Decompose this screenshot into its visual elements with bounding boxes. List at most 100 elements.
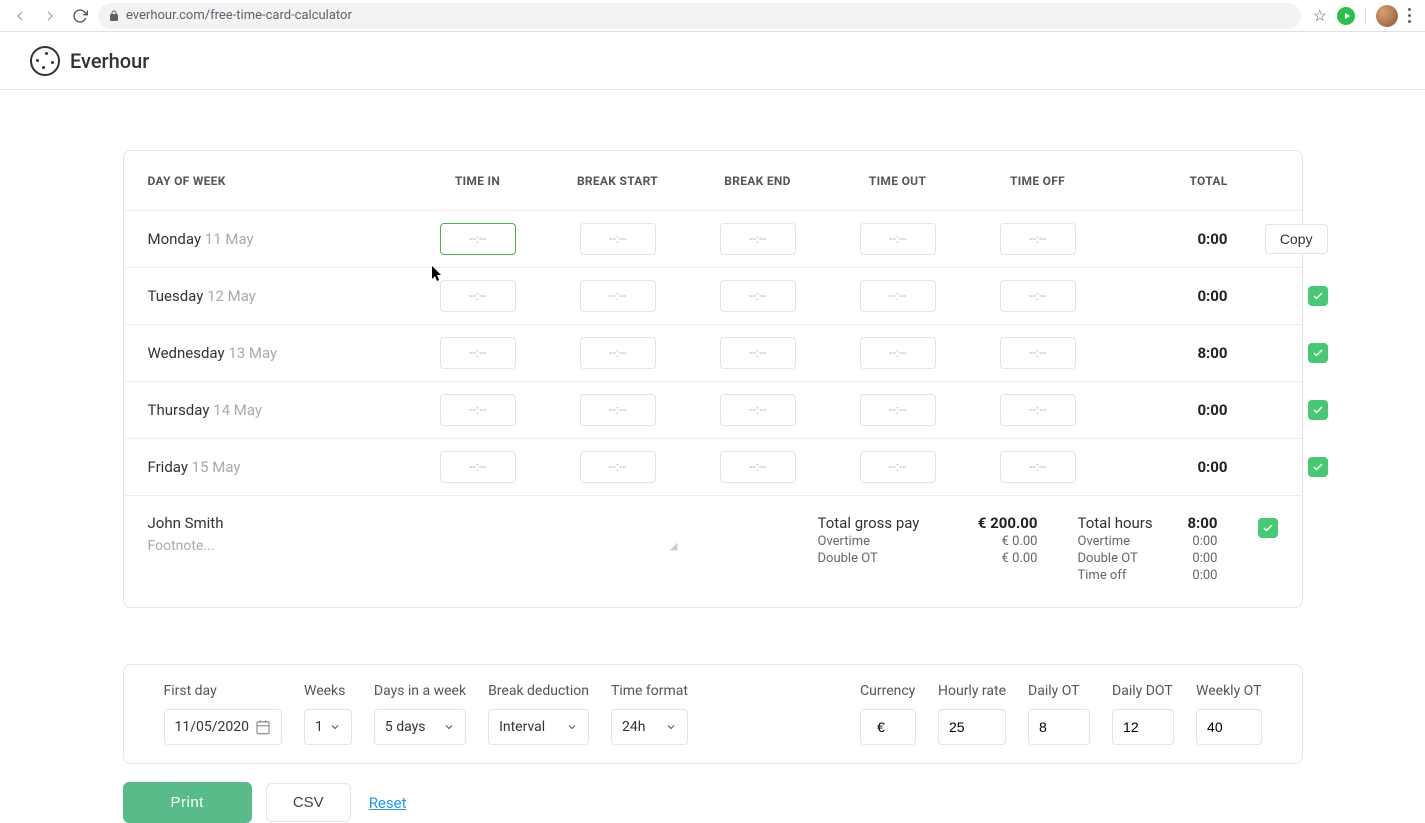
table-row: Friday 15 May --:-- --:-- --:-- --:-- --:-- 0:… (124, 439, 1302, 496)
daily-ot-input[interactable] (1028, 709, 1090, 745)
time-input[interactable]: --:-- (1000, 394, 1076, 426)
table-row: Monday 11 May --:-- --:-- --:-- --:-- --:-- 0:… (124, 211, 1302, 268)
time-input[interactable]: --:-- (860, 280, 936, 312)
copy-button[interactable]: Copy (1265, 224, 1328, 254)
first-day-value: 11/05/2020 (175, 719, 250, 735)
time-input[interactable]: --:-- (720, 280, 796, 312)
th-time-in: TIME IN (408, 174, 548, 188)
day-cell: Wednesday 13 May (148, 344, 408, 362)
time-input[interactable]: --:-- (580, 337, 656, 369)
hours-timeoff-label: Time off (1078, 568, 1127, 583)
row-check[interactable] (1308, 400, 1328, 420)
gross-pay-value: € 200.00 (978, 514, 1038, 532)
time-input[interactable]: --:-- (1000, 223, 1076, 255)
time-input[interactable]: --:-- (440, 223, 516, 255)
pay-doubleot-label: Double OT (818, 551, 878, 566)
break-deduction-value: Interval (499, 719, 545, 735)
time-input[interactable]: --:-- (720, 223, 796, 255)
days-in-week-value: 5 days (385, 719, 426, 735)
table-row: Tuesday 12 May--:----:----:----:----:--0… (124, 268, 1302, 325)
back-button[interactable] (8, 4, 32, 28)
browser-toolbar: everhour.com/free-time-card-calculator ☆ (0, 0, 1425, 32)
reload-button[interactable] (68, 4, 92, 28)
bookmark-icon[interactable]: ☆ (1313, 6, 1327, 25)
time-input[interactable]: --:-- (580, 451, 656, 483)
day-name: Monday (148, 230, 202, 248)
name-footnote-area[interactable]: John Smith Footnote... ◢ (148, 514, 688, 554)
time-input[interactable]: --:-- (440, 451, 516, 483)
time-input[interactable]: --:-- (720, 394, 796, 426)
hours-doubleot-label: Double OT (1078, 551, 1138, 566)
check-icon (1258, 518, 1278, 538)
time-input[interactable]: --:-- (580, 394, 656, 426)
print-button[interactable]: Print (123, 782, 252, 823)
footnote-text: Footnote... (148, 538, 688, 554)
time-input[interactable]: --:-- (720, 337, 796, 369)
gross-pay-label: Total gross pay (818, 514, 920, 532)
row-check[interactable] (1308, 286, 1328, 306)
time-input[interactable]: --:-- (1000, 337, 1076, 369)
time-input[interactable]: --:-- (1000, 280, 1076, 312)
time-input[interactable]: --:-- (1000, 451, 1076, 483)
menu-icon[interactable] (1408, 8, 1411, 23)
day-name: Wednesday (148, 344, 225, 362)
first-day-input[interactable]: 11/05/2020 (164, 709, 283, 745)
day-date: 11 May (205, 230, 254, 248)
time-input[interactable]: --:-- (720, 451, 796, 483)
row-total: 0:00 (1108, 458, 1238, 476)
daily-ot-label: Daily OT (1028, 683, 1090, 699)
daily-dot-input[interactable] (1112, 709, 1174, 745)
time-input[interactable]: --:-- (440, 337, 516, 369)
time-format-select[interactable]: 24h (611, 709, 688, 745)
calendar-icon (255, 719, 271, 735)
timecard-card: DAY OF WEEK TIME IN BREAK START BREAK EN… (123, 150, 1303, 608)
row-total: 0:00 (1108, 401, 1238, 419)
day-cell: Friday 15 May (148, 458, 408, 476)
hours-doubleot-value: 0:00 (1192, 551, 1217, 566)
summary-row: John Smith Footnote... ◢ Total gross pay… (124, 496, 1302, 607)
forward-button[interactable] (38, 4, 62, 28)
time-input[interactable]: --:-- (860, 451, 936, 483)
chevron-down-icon (566, 721, 578, 733)
address-bar[interactable]: everhour.com/free-time-card-calculator (98, 3, 1301, 29)
row-check[interactable] (1308, 457, 1328, 477)
chevron-down-icon (665, 721, 677, 733)
hourly-rate-input[interactable] (938, 709, 1006, 745)
hours-overtime-value: 0:00 (1192, 534, 1217, 549)
time-input[interactable]: --:-- (860, 394, 936, 426)
summary-check[interactable] (1258, 514, 1278, 538)
profile-avatar[interactable] (1376, 5, 1398, 27)
time-input[interactable]: --:-- (440, 394, 516, 426)
table-row: Thursday 14 May--:----:----:----:----:--… (124, 382, 1302, 439)
day-name: Friday (148, 458, 188, 476)
chevron-down-icon (443, 721, 455, 733)
row-check[interactable] (1308, 343, 1328, 363)
weekly-ot-input[interactable] (1196, 709, 1261, 745)
th-break-start: BREAK START (548, 174, 688, 188)
hours-totals: Total hours8:00 Overtime0:00 Double OT0:… (1078, 514, 1218, 585)
weekly-ot-label: Weekly OT (1196, 683, 1261, 699)
time-input[interactable]: --:-- (580, 280, 656, 312)
time-input[interactable]: --:-- (440, 280, 516, 312)
url-text: everhour.com/free-time-card-calculator (126, 8, 352, 23)
row-total: 0:00 (1108, 230, 1238, 248)
weeks-select[interactable]: 1 (304, 709, 352, 745)
total-hours-label: Total hours (1078, 514, 1153, 532)
day-cell: Tuesday 12 May (148, 287, 408, 305)
first-day-label: First day (164, 683, 283, 699)
extension-icon[interactable] (1337, 7, 1355, 25)
weeks-label: Weeks (304, 683, 352, 699)
currency-input[interactable] (860, 709, 916, 745)
time-input[interactable]: --:-- (580, 223, 656, 255)
day-name: Thursday (148, 401, 210, 419)
day-date: 12 May (207, 287, 256, 305)
time-input[interactable]: --:-- (860, 223, 936, 255)
time-input[interactable]: --:-- (860, 337, 936, 369)
cursor-icon (432, 266, 444, 286)
reset-link[interactable]: Reset (369, 794, 407, 812)
days-in-week-select[interactable]: 5 days (374, 709, 466, 745)
break-deduction-select[interactable]: Interval (488, 709, 589, 745)
resize-handle-icon[interactable]: ◢ (670, 541, 678, 552)
site-header: Everhour (0, 32, 1425, 90)
csv-button[interactable]: CSV (266, 783, 351, 822)
